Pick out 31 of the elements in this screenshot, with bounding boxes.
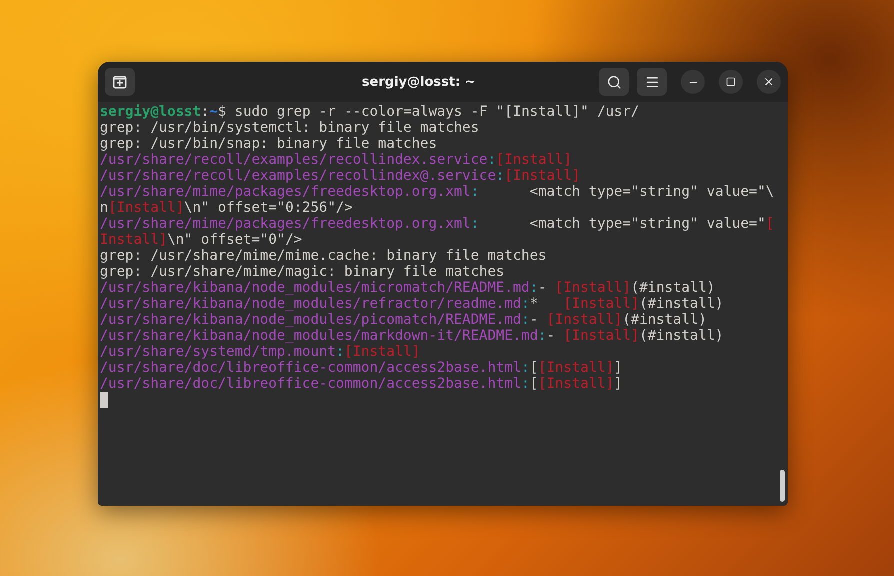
new-tab-button[interactable] <box>105 68 135 96</box>
terminal-line: grep: /usr/bin/systemctl: binary file matches <box>100 120 480 136</box>
new-tab-icon <box>113 75 127 89</box>
terminal-line: /usr/share/kibana/node_modules/micromatch/README.md:- [Install](#install) <box>100 280 716 296</box>
window-title: sergiy@losst: ~ <box>361 74 477 90</box>
terminal-line: /usr/share/systemd/tmp.mount:[Install] <box>100 344 422 360</box>
maximize-icon <box>726 77 736 87</box>
terminal-line: /usr/share/recoll/examples/recollindex@.service:[Install] <box>100 168 582 184</box>
terminal-line: n[Install]\n" offset="0:256"/> <box>100 200 354 216</box>
search-icon <box>606 74 622 90</box>
menu-icon <box>644 74 660 90</box>
terminal-line: grep: /usr/share/mime/magic: binary file matches <box>100 264 506 280</box>
terminal-cursor <box>100 392 108 408</box>
terminal-line: grep: /usr/share/mime/mime.cache: binary file matches <box>100 248 548 264</box>
terminal-line: /usr/share/mime/packages/freedesktop.org.xml: <match type="string" value="[ <box>100 216 774 232</box>
terminal-line: /usr/share/doc/libreoffice-common/access2base.html:[[Install]] <box>100 376 624 392</box>
maximize-button[interactable] <box>719 70 743 94</box>
close-icon <box>763 76 775 88</box>
terminal-line: Install]\n" offset="0"/> <box>100 232 304 248</box>
terminal-line: /usr/share/kibana/node_modules/picomatch/README.md:- [Install](#install) <box>100 312 708 328</box>
terminal-line: sergiy@losst:~$ sudo grep -r --color=always -F "[Install]" /usr/ <box>100 104 640 120</box>
terminal-line: /usr/share/doc/libreoffice-common/access2base.html:[[Install]] <box>100 360 624 376</box>
terminal-line: /usr/share/mime/packages/freedesktop.org.xml: <match type="string" value="\ <box>100 184 774 200</box>
search-button[interactable] <box>599 68 629 96</box>
terminal-line: /usr/share/kibana/node_modules/refractor/readme.md:* [Install](#install) <box>100 296 725 312</box>
terminal-line: /usr/share/recoll/examples/recollindex.service:[Install] <box>100 152 574 168</box>
terminal-line: grep: /usr/bin/snap: binary file matches <box>100 136 438 152</box>
close-button[interactable] <box>757 70 781 94</box>
menu-button[interactable] <box>637 68 667 96</box>
scrollbar[interactable] <box>780 470 785 502</box>
terminal-line: /usr/share/kibana/node_modules/markdown-it/README.md:- [Install](#install) <box>100 328 725 344</box>
